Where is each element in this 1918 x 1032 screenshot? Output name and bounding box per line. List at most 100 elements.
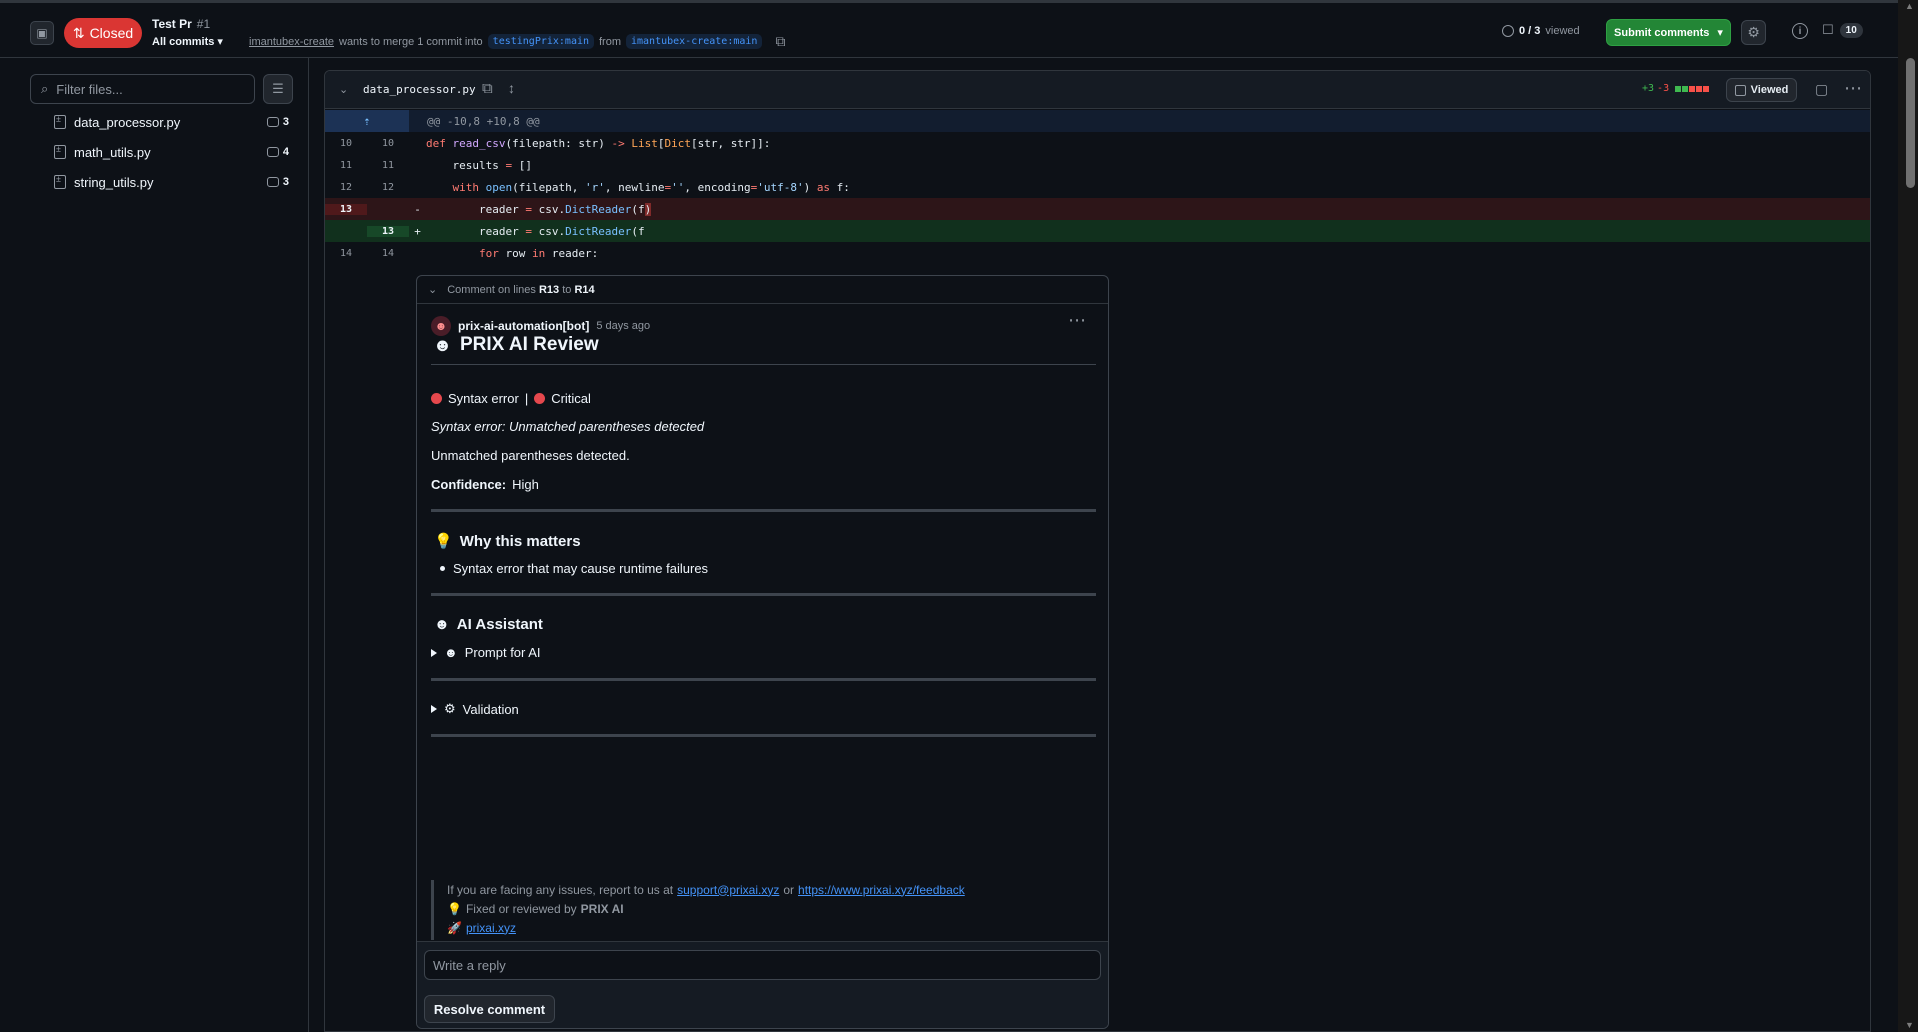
filter-placeholder: Filter files... xyxy=(56,81,123,97)
pull-request-header: ▣ ⇅ Closed Test Pr #1 All commits ▾ imant… xyxy=(0,0,1898,58)
new-line-number[interactable]: 10 xyxy=(367,138,409,149)
head-branch[interactable]: imantubex-create:main xyxy=(626,34,763,49)
comment-options-icon[interactable]: ⋯ xyxy=(1068,310,1086,331)
why-matters-heading: 💡 Why this matters xyxy=(434,532,581,551)
expand-up-icon[interactable]: ⇡ xyxy=(325,110,409,132)
diffstat-delete-block xyxy=(1689,85,1696,92)
fixed-by-line: 💡 Fixed or reviewed by PRIX AI xyxy=(447,899,1096,918)
submit-comments-button[interactable]: Submit comments ▾ xyxy=(1606,19,1731,46)
comment-body: ☻ prix-ai-automation[bot] 5 days ago ⋯ ☻… xyxy=(431,310,1096,971)
range-start: R13 xyxy=(538,283,560,296)
why-list-item: Syntax error that may cause runtime fail… xyxy=(440,561,708,576)
filter-options-button[interactable]: ☰ xyxy=(263,74,293,104)
pull-request-closed-icon: ⇅ xyxy=(72,24,85,41)
copy-branch-icon[interactable]: ⧉ xyxy=(775,33,785,50)
reply-input[interactable]: Write a reply xyxy=(424,950,1101,980)
comment-author[interactable]: prix-ai-automation[bot] xyxy=(458,319,589,333)
comment-count-value: 3 xyxy=(282,176,289,188)
old-line-number[interactable]: 10 xyxy=(325,138,367,149)
range-end: R14 xyxy=(574,283,595,296)
diff-marker: - xyxy=(414,202,421,216)
merge-description: imantubex-create wants to merge 1 commit… xyxy=(249,33,785,50)
code-content: for row in reader: xyxy=(478,246,599,260)
issue-summary: Unmatched parentheses detected. xyxy=(431,448,630,463)
filter-files-input[interactable]: ⌕ Filter files... xyxy=(30,74,255,104)
assistant-title: AI Assistant xyxy=(456,616,543,633)
new-line-number[interactable]: 11 xyxy=(367,160,409,171)
scroll-up-icon[interactable]: ▲ xyxy=(1905,1,1914,11)
file-tree-item-string-utils[interactable]: string_utils.py 3 xyxy=(54,170,289,194)
viewed-checkbox xyxy=(1734,84,1746,96)
commits-selector[interactable]: All commits ▾ xyxy=(152,35,223,48)
reply-area: Write a reply Resolve comment xyxy=(417,941,1108,1028)
commits-label: All commits xyxy=(152,36,215,48)
viewed-files-count: 0 / 3 viewed xyxy=(1502,25,1580,37)
pr-title-text: Test Pr xyxy=(152,17,192,31)
base-branch[interactable]: testingPrix:main xyxy=(487,34,594,49)
range-to: to xyxy=(562,283,572,296)
viewed-label: viewed xyxy=(1545,25,1580,37)
copy-icon[interactable]: ⧉ xyxy=(482,80,493,97)
filter-icon: ☰ xyxy=(272,81,284,96)
robot-icon: ☻ xyxy=(444,645,458,660)
new-line-number[interactable]: 13 xyxy=(367,225,409,237)
issues-text: If you are facing any issues, report to … xyxy=(447,882,674,897)
sidebar-toggle-button[interactable]: ▣ xyxy=(30,21,54,45)
code-content: with open(filepath, 'r', newline='', enc… xyxy=(452,180,850,194)
scroll-down-icon[interactable]: ▼ xyxy=(1905,1020,1914,1030)
diff-file-name[interactable]: data_processor.py xyxy=(363,83,476,96)
resolve-comment-button[interactable]: Resolve comment xyxy=(424,995,555,1023)
old-line-number[interactable]: 12 xyxy=(325,182,367,193)
file-diff-icon xyxy=(54,174,66,189)
file-tree-item-math-utils[interactable]: math_utils.py 4 xyxy=(54,140,289,164)
caret-down-icon: ▾ xyxy=(1717,27,1723,39)
diff-file-header: ⌄ data_processor.py ⧉ ↕ +3 -3 Viewed ▢ ⋯ xyxy=(325,71,1870,109)
confidence-line: Confidence: High xyxy=(431,477,539,492)
old-line-number[interactable]: 14 xyxy=(325,248,367,259)
diff-line: 14 14 for row in reader: xyxy=(325,242,1870,264)
info-icon[interactable]: i xyxy=(1792,23,1808,39)
submit-comments-label: Submit comments xyxy=(1614,26,1710,39)
ai-assistant-heading: ☻ AI Assistant xyxy=(434,616,543,633)
site-link[interactable]: prixai.xyz xyxy=(466,921,516,935)
code-content: reader = csv.DictReader(f) xyxy=(426,202,652,216)
scrollbar-thumb[interactable] xyxy=(1906,58,1915,188)
expand-all-icon[interactable]: ↕ xyxy=(508,80,515,96)
prompt-for-ai-details[interactable]: ☻ Prompt for AI xyxy=(431,645,541,660)
new-line-number[interactable]: 14 xyxy=(367,248,409,259)
diffstat-add-block xyxy=(1682,85,1689,92)
robot-avatar-icon[interactable]: ☻ xyxy=(431,316,451,336)
code-content: reader = csv.DictReader(f xyxy=(426,224,645,238)
old-line-number[interactable]: 13 xyxy=(325,203,367,215)
viewed-button[interactable]: Viewed xyxy=(1726,78,1797,102)
section-divider xyxy=(431,509,1096,512)
feedback-link[interactable]: https://www.prixai.xyz/feedback xyxy=(798,883,965,897)
comment-thread-header[interactable]: ⌄ Comment on lines R13 to R14 xyxy=(417,276,1108,304)
file-tree-name: string_utils.py xyxy=(74,174,154,190)
file-tree-item-data-processor[interactable]: data_processor.py 3 xyxy=(54,110,289,134)
validation-details[interactable]: ⚙ Validation xyxy=(431,701,519,717)
old-line-number[interactable]: 11 xyxy=(325,160,367,171)
more-options-icon[interactable]: ⋯ xyxy=(1844,78,1863,99)
diff-settings-button[interactable]: ⚙ xyxy=(1741,20,1766,45)
comments-count: 10 xyxy=(1839,22,1863,38)
file-tree-name: data_processor.py xyxy=(74,114,181,130)
gear-icon: ⚙ xyxy=(444,701,456,716)
added-diff-line: 13 + reader = csv.DictReader(f xyxy=(325,220,1870,242)
support-email-link[interactable]: support@prixai.xyz xyxy=(677,883,779,897)
range-label: Comment on lines xyxy=(447,283,536,296)
collapse-file-button[interactable]: ⌄ xyxy=(339,83,348,96)
section-divider xyxy=(431,678,1096,681)
robot-icon: ☻ xyxy=(433,334,452,355)
new-line-number[interactable]: 12 xyxy=(367,182,409,193)
robot-icon: ☻ xyxy=(434,616,450,633)
sidebar-icon: ▣ xyxy=(36,26,48,40)
pr-author-link[interactable]: imantubex-create xyxy=(249,36,334,48)
comment-time[interactable]: 5 days ago xyxy=(596,320,650,332)
comment-icon xyxy=(266,177,279,187)
additions-count: +3 xyxy=(1642,83,1655,94)
conversation-comments-button[interactable]: ☐ 10 xyxy=(1822,22,1863,38)
file-comment-icon[interactable]: ▢ xyxy=(1815,81,1828,98)
disclosure-triangle-icon xyxy=(431,648,437,657)
lightbulb-icon: 💡 xyxy=(434,533,453,550)
